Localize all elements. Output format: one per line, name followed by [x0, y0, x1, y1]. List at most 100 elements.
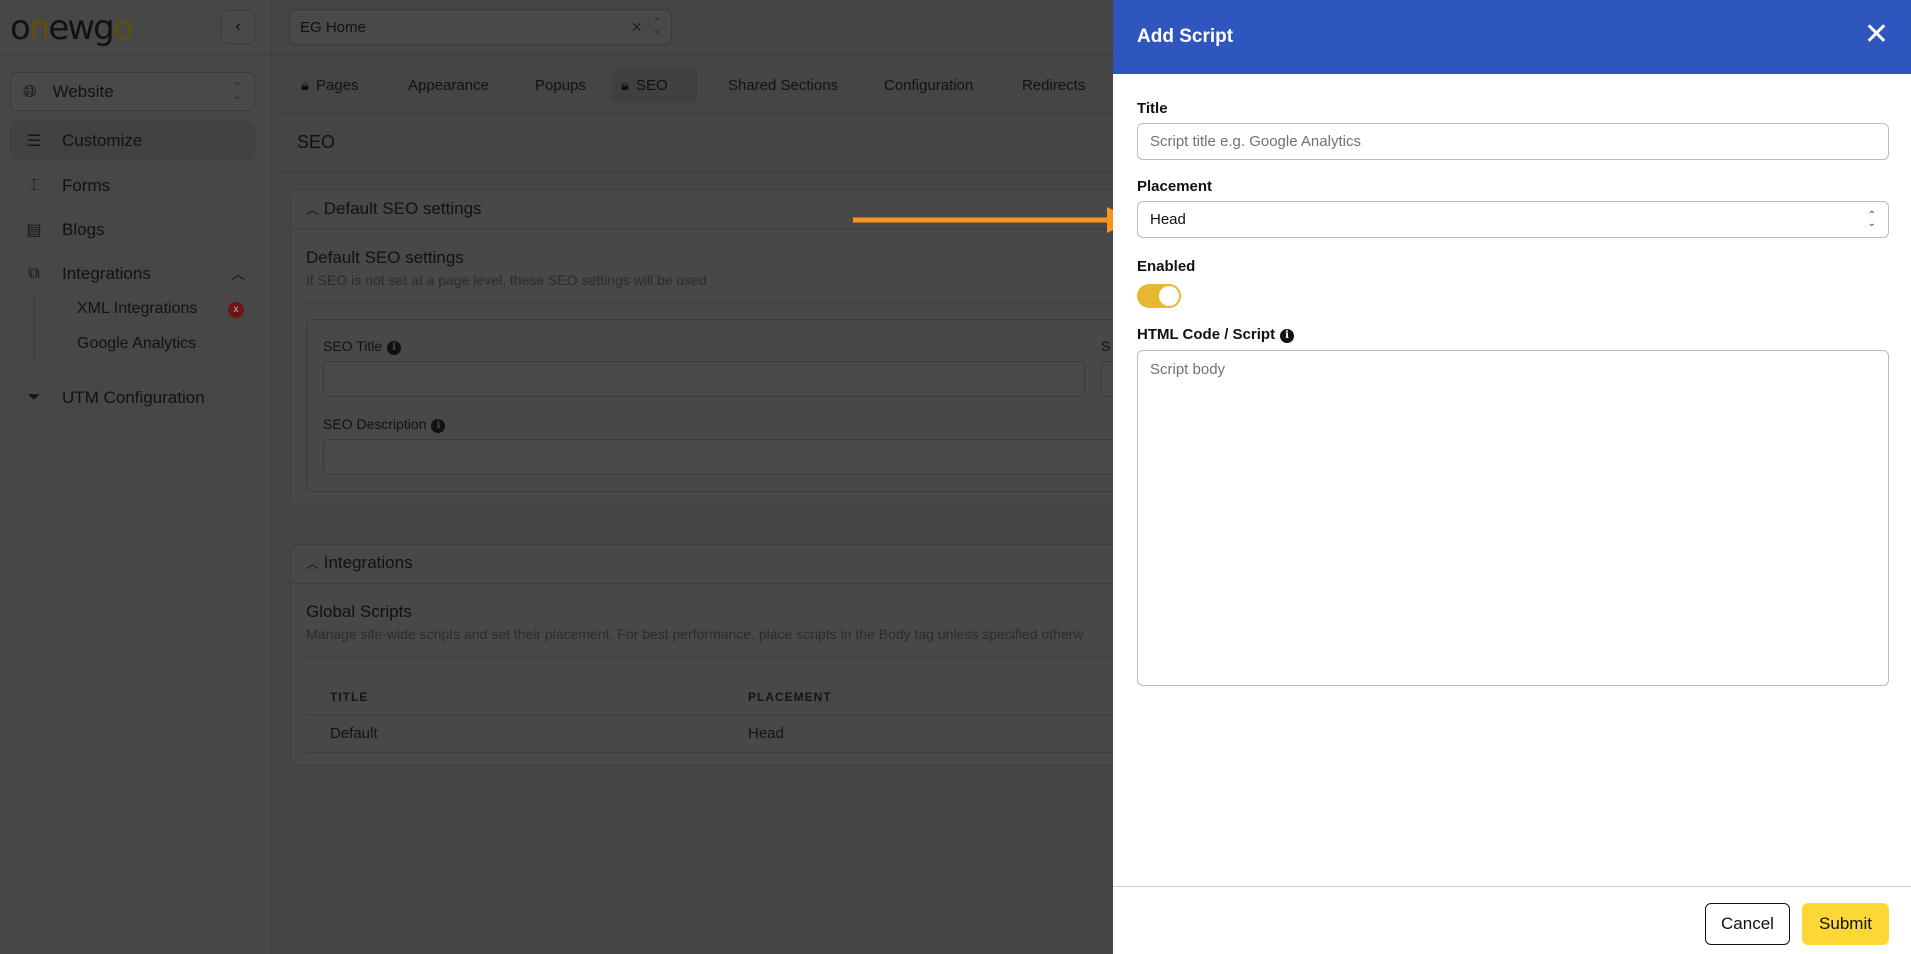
info-icon: i: [1280, 329, 1295, 343]
sliders-icon: ☰: [26, 132, 42, 150]
tab-seo[interactable]: 🔒︎ SEO: [611, 68, 698, 102]
divider: [291, 583, 1113, 584]
card-header: Default SEO settings: [323, 199, 482, 218]
seo-secondary-input[interactable]: [1101, 361, 1113, 397]
placement-select[interactable]: Head ⌃ ⌄: [1137, 201, 1889, 238]
sidebar-item-integrations[interactable]: ⧉ Integrations ︿: [10, 254, 255, 293]
seo-title-label: SEO Title i: [323, 338, 402, 355]
tab-label: Configuration: [884, 76, 974, 94]
chevron-up-icon: ︿: [231, 265, 245, 282]
column-header-placement: PLACEMENT: [748, 690, 832, 704]
collapse-sidebar-button[interactable]: ‹: [221, 10, 255, 44]
tab-popups[interactable]: Popups: [525, 68, 596, 102]
close-icon[interactable]: ✕: [1864, 18, 1889, 52]
annotation-arrow: [853, 207, 1134, 233]
globe-icon: 🌐︎: [23, 81, 37, 101]
chevron-updown-icon: ⌃ ⌄: [652, 17, 661, 36]
newspaper-icon: ▤: [26, 221, 42, 239]
sidebar-item-label: Integrations: [62, 263, 151, 283]
card-header: Integrations: [323, 553, 413, 572]
sidebar-item-label: Blogs: [62, 219, 105, 239]
sidebar-item-label: UTM Configuration: [62, 387, 205, 407]
cancel-button[interactable]: Cancel: [1705, 903, 1790, 945]
tab-label: Appearance: [408, 76, 489, 94]
cell-placement: Head: [748, 725, 784, 742]
puzzle-icon: ⧉: [28, 264, 40, 282]
error-badge: x: [228, 302, 244, 318]
lock-icon: 🔒︎: [621, 76, 629, 94]
tab-appearance[interactable]: Appearance: [398, 68, 499, 102]
table-row[interactable]: Default Head: [306, 715, 1113, 752]
submenu-line: [34, 292, 35, 364]
placement-value: Head: [1150, 211, 1186, 228]
section-subtitle: Manage site-wide scripts and set their p…: [306, 626, 1084, 642]
chevron-updown-icon: ⌃ ⌄: [232, 80, 242, 102]
section-title: Global Scripts: [306, 602, 412, 621]
seo-field-label-cut: S: [1101, 338, 1111, 354]
tab-pages[interactable]: 🔒︎ Pages: [291, 68, 369, 102]
info-icon: i: [431, 419, 446, 433]
tab-redirects[interactable]: Redirects: [1012, 68, 1095, 102]
site-select-value: Website: [52, 81, 114, 101]
page-select[interactable]: EG Home ✕ ⌃ ⌄: [289, 9, 672, 45]
section-title: Default SEO settings: [306, 248, 464, 267]
seo-card-toggle[interactable]: ︿ Default SEO settings: [306, 199, 482, 219]
title-input[interactable]: Script title e.g. Google Analytics: [1137, 123, 1889, 160]
title-label: Title: [1137, 100, 1168, 117]
page-title: SEO: [297, 132, 336, 152]
placement-label: Placement: [1137, 178, 1213, 195]
code-textarea[interactable]: Script body: [1137, 350, 1889, 686]
column-header-title: TITLE: [330, 690, 369, 704]
form-icon: ⌶: [29, 176, 39, 194]
divider: [306, 657, 1113, 658]
logo: onewgo: [10, 8, 133, 48]
site-select[interactable]: 🌐︎ Website ⌃ ⌄: [10, 72, 255, 111]
tabs-divider: [273, 113, 1113, 114]
footer-divider: [1113, 886, 1911, 887]
tab-label: Pages: [315, 76, 359, 94]
enabled-toggle[interactable]: [1137, 284, 1181, 308]
tab-label: Shared Sections: [728, 76, 839, 94]
tab-shared-sections[interactable]: Shared Sections: [718, 68, 848, 102]
enabled-label: Enabled: [1137, 258, 1196, 275]
tab-label: Popups: [535, 76, 586, 94]
sidebar-item-forms[interactable]: ⌶ Forms: [10, 166, 255, 205]
chevron-left-icon: ‹: [235, 18, 241, 35]
info-icon: i: [387, 341, 402, 355]
seo-description-label: SEO Description i: [323, 416, 446, 433]
chevron-up-icon: ︿: [306, 202, 320, 217]
divider: [306, 752, 1113, 753]
chevron-updown-icon: ⌃ ⌄: [1867, 209, 1876, 229]
tab-configuration[interactable]: Configuration: [874, 68, 983, 102]
integrations-card-toggle[interactable]: ︿ Integrations: [306, 553, 413, 573]
seo-title-input[interactable]: [323, 361, 1085, 397]
lock-icon: 🔒︎: [301, 76, 309, 94]
sidebar-item-label: Customize: [62, 130, 143, 150]
code-placeholder: Script body: [1150, 361, 1226, 378]
chevron-up-icon: ︿: [306, 556, 320, 571]
cell-title: Default: [330, 725, 378, 742]
title-divider: [273, 172, 1113, 173]
sidebar-item-utm-configuration[interactable]: ⏷ UTM Configuration: [10, 378, 255, 417]
add-script-drawer: Add Script ✕ Title Script title e.g. Goo…: [1113, 0, 1911, 954]
toggle-knob: [1159, 286, 1179, 306]
tab-label: SEO: [635, 76, 668, 94]
drawer-title: Add Script: [1137, 26, 1234, 47]
sidebar-item-blogs[interactable]: ▤ Blogs: [10, 210, 255, 249]
section-subtitle: If SEO is not set at a page level, these…: [306, 272, 707, 288]
sidebar-item-label: Forms: [62, 175, 111, 195]
tab-bar: 🔒︎ Pages Appearance Popups 🔒︎ SEO Shared S…: [273, 68, 1113, 102]
drawer-header: Add Script ✕: [1113, 0, 1911, 74]
sidebar-subitem-google-analytics[interactable]: Google Analytics: [77, 335, 196, 353]
page-select-value: EG Home: [300, 18, 366, 36]
submit-button[interactable]: Submit: [1802, 903, 1889, 945]
filter-icon: ⏷: [27, 388, 41, 406]
code-label: HTML Code / Script i: [1137, 326, 1295, 343]
clear-icon[interactable]: ✕: [631, 19, 643, 36]
tab-label: Redirects: [1022, 76, 1086, 94]
sidebar-subitem-xml-integrations[interactable]: XML Integrations: [77, 300, 197, 318]
sidebar-item-customize[interactable]: ☰ Customize: [10, 121, 255, 160]
title-placeholder: Script title e.g. Google Analytics: [1150, 133, 1361, 150]
seo-description-input[interactable]: [323, 439, 1113, 475]
divider: [306, 302, 1113, 303]
